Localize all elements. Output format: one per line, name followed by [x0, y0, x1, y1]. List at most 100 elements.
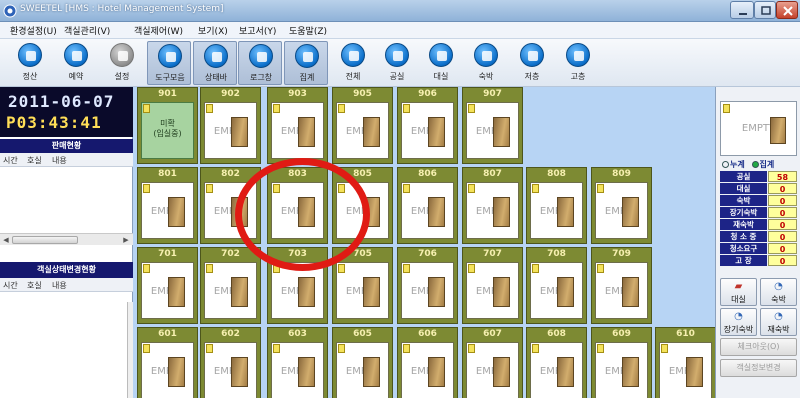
room-card: EMPTY: [595, 342, 648, 398]
door-icon: [168, 277, 185, 307]
room-tag-icon: [143, 184, 150, 193]
clock-display: 2011-06-07 P03:43:41: [0, 87, 133, 137]
room-603[interactable]: 603 EMPTY: [267, 327, 328, 398]
door-icon: [493, 357, 510, 387]
re-stay-button[interactable]: ◔ 재숙박: [760, 308, 797, 336]
room-808[interactable]: 808 EMPTY: [526, 167, 587, 244]
room-708[interactable]: 708 EMPTY: [526, 247, 587, 324]
room-number: 902: [221, 89, 240, 99]
door-icon: [493, 117, 510, 147]
stat-row: 장기숙박 0: [720, 207, 797, 218]
toolbar-button-4[interactable]: 도구모음: [147, 41, 191, 85]
maximize-button[interactable]: [754, 1, 776, 19]
room-907[interactable]: 907 EMPTY: [462, 87, 523, 164]
minimize-button[interactable]: [730, 1, 754, 19]
room-number: 605: [353, 329, 372, 339]
radio-cumulative-label[interactable]: 누계: [730, 160, 745, 169]
close-button[interactable]: [776, 1, 798, 19]
room-706[interactable]: 706 EMPTY: [397, 247, 458, 324]
room-707[interactable]: 707 EMPTY: [462, 247, 523, 324]
toolbar-label: 로그창: [249, 73, 273, 82]
tally-icon: [295, 44, 319, 68]
toolbar-button-13[interactable]: 고층: [556, 41, 600, 85]
stat-label: 청소요구: [720, 243, 767, 254]
door-icon: [168, 357, 185, 387]
room-602[interactable]: 602 EMPTY: [200, 327, 261, 398]
room-tag-icon: [403, 184, 410, 193]
toolbar-label: 상태바: [204, 73, 228, 82]
room-806[interactable]: 806 EMPTY: [397, 167, 458, 244]
short-stay-button[interactable]: ▰ 대실: [720, 278, 757, 306]
room-number: 907: [483, 89, 502, 99]
toolbar-button-5[interactable]: 상태바: [193, 41, 237, 85]
room-901[interactable]: 901 미확 (입실중): [137, 87, 198, 164]
door-icon: [298, 357, 315, 387]
room-702[interactable]: 702EMPTY: [200, 247, 261, 324]
toolbar-button-6[interactable]: 로그창: [238, 41, 282, 85]
toolbar-button-2[interactable]: 예약: [54, 41, 98, 85]
room-903[interactable]: 903 EMPTY: [267, 87, 328, 164]
horizontal-scrollbar[interactable]: ◀ ▶: [0, 233, 133, 245]
scroll-left-icon[interactable]: ◀: [1, 235, 11, 245]
room-807[interactable]: 807 EMPTY: [462, 167, 523, 244]
stay-button[interactable]: ◔ 숙박: [760, 278, 797, 306]
radio-tally[interactable]: [751, 161, 759, 168]
door-icon: [363, 117, 380, 147]
room-801[interactable]: 801 EMPTY: [137, 167, 198, 244]
room-tag-icon: [661, 344, 668, 353]
toolbar-button-7[interactable]: 집계: [284, 41, 328, 85]
right-panel: EMPTY 누계 집계 공실 58 대실 0 숙박 0 장기숙박 0 재숙박 0 청 소 중 0 청소요…: [715, 87, 800, 398]
room-601[interactable]: 601 EMPTY: [137, 327, 198, 398]
toolbar-button-3[interactable]: 설정: [100, 41, 144, 85]
room-606[interactable]: 606 EMPTY: [397, 327, 458, 398]
toolbar-button-12[interactable]: 저층: [510, 41, 554, 85]
stat-value: 0: [768, 231, 797, 242]
room-608[interactable]: 608 EMPTY: [526, 327, 587, 398]
menu-item-1[interactable]: 환경설정(U): [10, 24, 57, 37]
room-607[interactable]: 607 EMPTY: [462, 327, 523, 398]
column-room: 호실: [27, 281, 42, 290]
stat-value: 58: [768, 171, 797, 182]
toolbar-button-11[interactable]: 숙박: [464, 41, 508, 85]
room-609[interactable]: 609 EMPTY: [591, 327, 652, 398]
room-change-status-title: 객실상태변경현황: [0, 262, 133, 278]
menu-item-6[interactable]: 도움말(Z): [289, 24, 327, 37]
room-card: EMPTY: [530, 182, 583, 239]
toolbar-label: 고층: [570, 72, 586, 81]
menu-item-5[interactable]: 보고서(Y): [239, 24, 276, 37]
room-905[interactable]: 905 EMPTY: [332, 87, 393, 164]
radio-cumulative[interactable]: [722, 161, 729, 168]
checkout-button[interactable]: 체크아웃(O): [720, 338, 797, 356]
door-icon: [363, 277, 380, 307]
door-icon: [557, 197, 574, 227]
long-stay-icon: ◔: [734, 311, 743, 322]
long-stay-label: 장기숙박: [723, 325, 754, 334]
room-number: 603: [288, 329, 307, 339]
room-card: EMPTY: [466, 342, 519, 398]
room-number: 707: [483, 249, 502, 259]
room-info-change-button[interactable]: 객실정보변경: [720, 359, 797, 377]
room-605[interactable]: 605 EMPTY: [332, 327, 393, 398]
toolbar-button-9[interactable]: 공실: [375, 41, 419, 85]
scroll-right-icon[interactable]: ▶: [121, 235, 131, 245]
room-card: EMPTY: [271, 342, 324, 398]
menu-item-2[interactable]: 객실관리(V): [64, 24, 110, 37]
room-906[interactable]: 906 EMPTY: [397, 87, 458, 164]
room-610[interactable]: 610 EMPTY: [655, 327, 716, 398]
room-809[interactable]: 809 EMPTY: [591, 167, 652, 244]
menu-item-4[interactable]: 보기(X): [198, 24, 228, 37]
scroll-thumb[interactable]: [12, 236, 78, 244]
radio-tally-label[interactable]: 집계: [760, 160, 775, 169]
toolbar-button-8[interactable]: 전체: [331, 41, 375, 85]
column-room: 호실: [27, 156, 42, 165]
menu-item-3[interactable]: 객실제어(W): [134, 24, 183, 37]
short-stay-icon: ▰: [734, 281, 743, 292]
stat-row: 청 소 중0: [720, 231, 797, 242]
menu-bar: 환경설정(U) 객실관리(V) 객실제어(W) 보기(X) 보고서(Y) 도움말(Z): [0, 22, 800, 39]
room-709[interactable]: 709 EMPTY: [591, 247, 652, 324]
toolbar-button-1[interactable]: 정산: [8, 41, 52, 85]
room-701[interactable]: 701 EMPTY: [137, 247, 198, 324]
long-stay-button[interactable]: ◔ 장기숙박: [720, 308, 757, 336]
room-902[interactable]: 902 EMPTY: [200, 87, 261, 164]
toolbar-button-10[interactable]: 대실: [419, 41, 463, 85]
